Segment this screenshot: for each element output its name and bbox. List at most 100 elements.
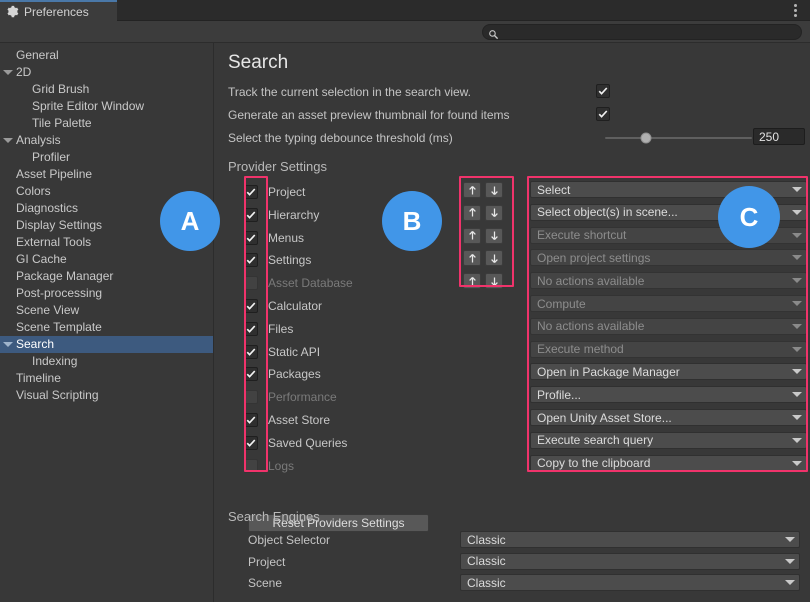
sidebar-item-analysis[interactable]: Analysis — [0, 132, 213, 149]
search-input[interactable] — [482, 24, 802, 40]
sidebar-item-post-processing[interactable]: Post-processing — [0, 285, 213, 302]
arrow-down-icon[interactable] — [485, 205, 503, 221]
provider-row: Packages — [244, 363, 321, 385]
annotation-badge-c: C — [718, 186, 780, 248]
provider-label: Files — [268, 322, 293, 336]
arrow-up-icon[interactable] — [463, 205, 481, 221]
chevron-down-icon — [792, 301, 802, 306]
provider-checkbox-menus[interactable] — [244, 231, 258, 245]
provider-action-dropdown: Compute — [530, 295, 807, 312]
provider-label: Menus — [268, 231, 304, 245]
search-engine-dropdown[interactable]: Classic — [460, 574, 800, 591]
sidebar-item-label: Post-processing — [16, 286, 102, 300]
window-tab-bar: Preferences — [0, 0, 810, 21]
reorder-row — [463, 182, 503, 198]
gear-icon — [6, 5, 19, 18]
arrow-down-icon[interactable] — [485, 182, 503, 198]
search-icon — [488, 27, 499, 38]
sidebar-item-label: Diagnostics — [16, 201, 78, 215]
sidebar-item-asset-pipeline[interactable]: Asset Pipeline — [0, 166, 213, 183]
reorder-row — [463, 205, 503, 221]
chevron-down-icon — [792, 438, 802, 443]
asset-preview-checkbox[interactable] — [596, 107, 610, 121]
sidebar-item-label: Profiler — [32, 150, 70, 164]
provider-action-dropdown[interactable]: Open in Package Manager — [530, 363, 807, 380]
annotation-badge-a: A — [160, 191, 220, 251]
sidebar-item-indexing[interactable]: Indexing — [0, 353, 213, 370]
provider-checkbox-project[interactable] — [244, 185, 258, 199]
provider-checkbox-calculator[interactable] — [244, 299, 258, 313]
dropdown-value: Open in Package Manager — [537, 365, 792, 379]
preferences-window: Preferences General2DGrid BrushSprite Ed… — [0, 0, 810, 602]
provider-checkbox-saved-queries[interactable] — [244, 436, 258, 450]
provider-label: Packages — [268, 367, 321, 381]
sidebar-item-sprite-editor-window[interactable]: Sprite Editor Window — [0, 98, 213, 115]
sidebar-item-timeline[interactable]: Timeline — [0, 370, 213, 387]
chevron-down-icon — [792, 210, 802, 215]
option-row-asset-preview: Generate an asset preview thumbnail for … — [228, 106, 509, 124]
chevron-down-icon[interactable] — [3, 70, 13, 75]
chevron-down-icon[interactable] — [3, 342, 13, 347]
arrow-up-icon[interactable] — [463, 182, 481, 198]
slider-track — [605, 137, 752, 139]
provider-settings-header: Provider Settings — [228, 159, 327, 174]
sidebar-item-gi-cache[interactable]: GI Cache — [0, 251, 213, 268]
chevron-down-icon — [792, 392, 802, 397]
sidebar-item-profiler[interactable]: Profiler — [0, 149, 213, 166]
sidebar-item-2d[interactable]: 2D — [0, 64, 213, 81]
provider-action-dropdown[interactable]: Execute search query — [530, 432, 807, 449]
provider-checkbox-performance[interactable] — [244, 390, 258, 404]
sidebar-item-search[interactable]: Search — [0, 336, 213, 353]
provider-checkbox-logs[interactable] — [244, 459, 258, 473]
option-row-debounce: Select the typing debounce threshold (ms… — [228, 129, 453, 147]
sidebar-item-scene-view[interactable]: Scene View — [0, 302, 213, 319]
provider-action-dropdown[interactable]: Profile... — [530, 386, 807, 403]
arrow-down-icon[interactable] — [485, 228, 503, 244]
sidebar-item-package-manager[interactable]: Package Manager — [0, 268, 213, 285]
debounce-slider[interactable] — [605, 129, 752, 147]
preferences-sidebar[interactable]: General2DGrid BrushSprite Editor WindowT… — [0, 43, 214, 602]
search-engine-dropdown[interactable]: Classic — [460, 553, 800, 570]
tab-label: Preferences — [24, 5, 89, 19]
sidebar-item-label: Colors — [16, 184, 51, 198]
sidebar-item-tile-palette[interactable]: Tile Palette — [0, 115, 213, 132]
sidebar-item-visual-scripting[interactable]: Visual Scripting — [0, 387, 213, 404]
provider-checkbox-asset-database[interactable] — [244, 276, 258, 290]
sidebar-item-general[interactable]: General — [0, 47, 213, 64]
sidebar-item-label: Scene Template — [16, 320, 102, 334]
sidebar-item-label: GI Cache — [16, 252, 67, 266]
sidebar-item-label: Indexing — [32, 354, 77, 368]
sidebar-item-label: Tile Palette — [32, 116, 92, 130]
sidebar-item-label: Analysis — [16, 133, 61, 147]
sidebar-item-grid-brush[interactable]: Grid Brush — [0, 81, 213, 98]
track-selection-checkbox[interactable] — [596, 84, 610, 98]
arrow-up-icon[interactable] — [463, 250, 481, 266]
search-engine-row: Object Selector — [248, 531, 330, 549]
provider-action-dropdown[interactable]: Open Unity Asset Store... — [530, 409, 807, 426]
arrow-up-icon[interactable] — [463, 273, 481, 289]
kebab-menu-icon[interactable] — [788, 3, 802, 18]
chevron-down-icon[interactable] — [3, 138, 13, 143]
provider-checkbox-hierarchy[interactable] — [244, 208, 258, 222]
provider-label: Settings — [268, 253, 311, 267]
dropdown-value: Classic — [467, 533, 785, 547]
provider-label: Hierarchy — [268, 208, 319, 222]
search-engine-dropdown[interactable]: Classic — [460, 531, 800, 548]
provider-checkbox-static-api[interactable] — [244, 345, 258, 359]
provider-checkbox-files[interactable] — [244, 322, 258, 336]
provider-action-dropdown: Execute method — [530, 341, 807, 358]
sidebar-item-scene-template[interactable]: Scene Template — [0, 319, 213, 336]
provider-action-dropdown[interactable]: Copy to the clipboard — [530, 455, 807, 472]
provider-label: Static API — [268, 345, 320, 359]
arrow-down-icon[interactable] — [485, 250, 503, 266]
arrow-down-icon[interactable] — [485, 273, 503, 289]
arrow-up-icon[interactable] — [463, 228, 481, 244]
debounce-value-field[interactable]: 250 — [753, 128, 805, 145]
slider-handle[interactable] — [641, 133, 652, 144]
provider-row: Asset Store — [244, 409, 330, 431]
provider-checkbox-settings[interactable] — [244, 253, 258, 267]
tab-preferences[interactable]: Preferences — [0, 0, 117, 21]
provider-label: Performance — [268, 390, 337, 404]
provider-checkbox-packages[interactable] — [244, 367, 258, 381]
provider-checkbox-asset-store[interactable] — [244, 413, 258, 427]
